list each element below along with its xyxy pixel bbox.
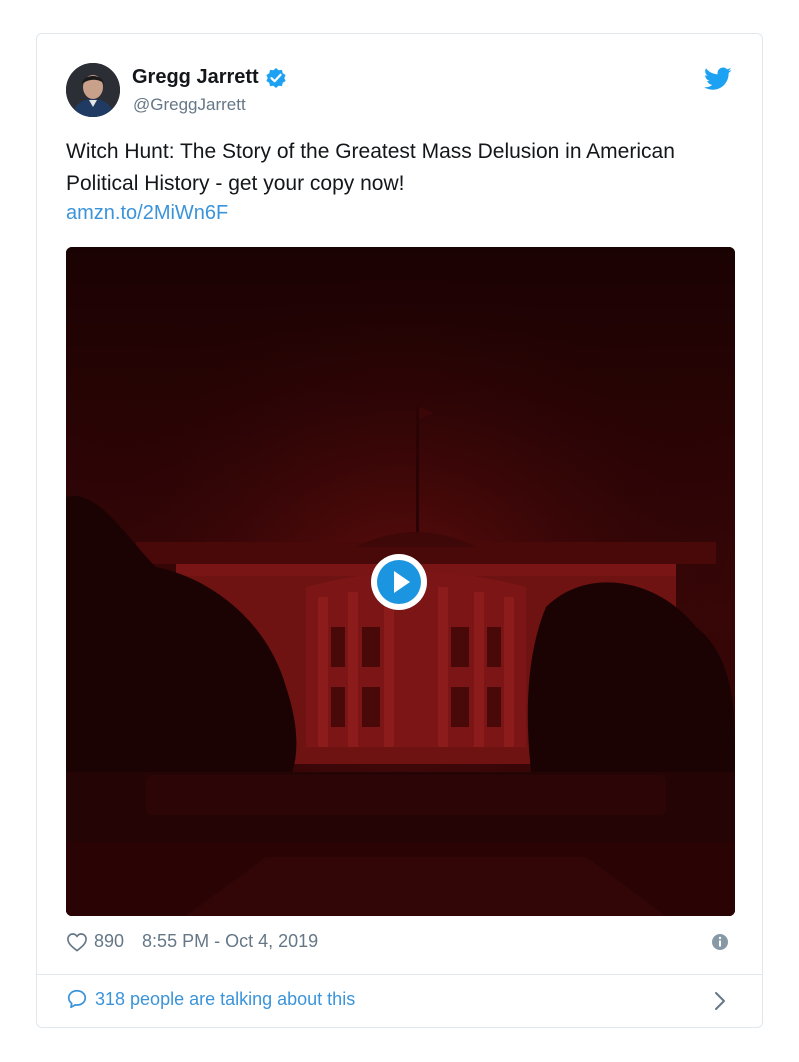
tweet-timestamp[interactable]: 8:55 PM - Oct 4, 2019 — [142, 931, 318, 952]
tweet-text: Witch Hunt: The Story of the Greatest Ma… — [66, 140, 675, 195]
author-display-name[interactable]: Gregg Jarrett — [132, 66, 259, 89]
verified-badge-icon — [265, 67, 287, 89]
play-button[interactable] — [370, 553, 428, 611]
author-name-row[interactable]: Gregg Jarrett — [132, 66, 287, 89]
like-count[interactable]: 890 — [94, 931, 124, 952]
avatar[interactable] — [66, 63, 120, 117]
tweet-video[interactable] — [66, 247, 735, 916]
play-icon — [371, 554, 427, 610]
chevron-right-icon[interactable] — [713, 990, 727, 1012]
tweet-link[interactable]: amzn.to/2MiWn6F — [66, 202, 228, 225]
heart-icon[interactable] — [66, 932, 88, 952]
divider — [37, 974, 762, 975]
speech-bubble-icon — [66, 988, 88, 1010]
tweet-card[interactable]: Gregg Jarrett @GreggJarrett Witch Hunt: … — [36, 33, 763, 1028]
tweet-meta-row: 890 8:55 PM - Oct 4, 2019 — [66, 931, 318, 952]
conversation-text[interactable]: 318 people are talking about this — [95, 989, 355, 1010]
conversation-link[interactable]: 318 people are talking about this — [66, 988, 355, 1010]
info-icon[interactable] — [711, 933, 729, 951]
twitter-bird-icon[interactable] — [704, 67, 732, 91]
author-handle[interactable]: @GreggJarrett — [133, 95, 246, 115]
